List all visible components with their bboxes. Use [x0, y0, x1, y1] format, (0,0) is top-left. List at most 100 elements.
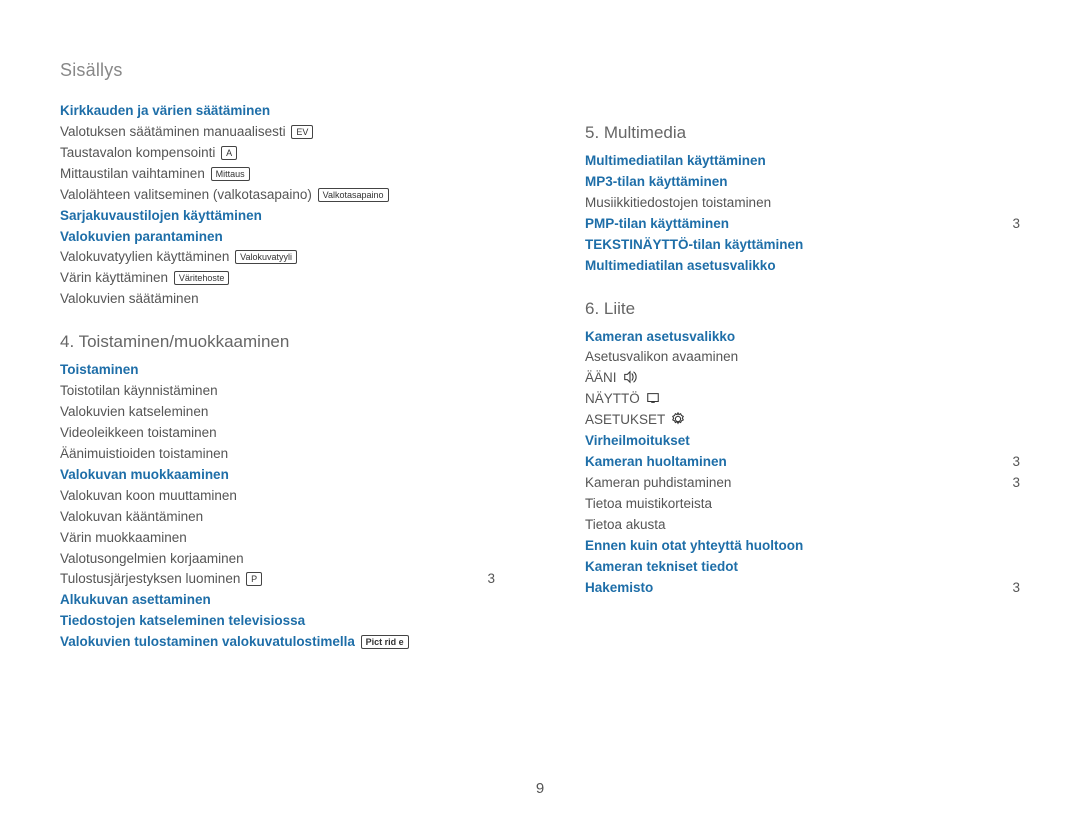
toc-entry[interactable]: Tiedostojen katseleminen televisiossa	[60, 611, 495, 632]
toc-entry[interactable]: Äänimuistioiden toistaminen	[60, 444, 495, 465]
toc-entry[interactable]: MP3-tilan käyttäminen	[585, 172, 1020, 193]
toc-entry-label: Kameran huoltaminen	[585, 452, 1002, 473]
toc-entry[interactable]: Musiikkitiedostojen toistaminen	[585, 193, 1020, 214]
toc-entry-text: ASETUKSET	[585, 412, 665, 427]
toc-entry[interactable]: Sarjakuvaustilojen käyttäminen	[60, 206, 495, 227]
toc-entry-label: Toistaminen	[60, 360, 495, 381]
toc-entry-label: Valotuksen säätäminen manuaalisesti EV	[60, 122, 495, 143]
toc-entry[interactable]: Multimediatilan asetusvalikko	[585, 256, 1020, 277]
toc-entry[interactable]: Tulostusjärjestyksen luominen P3	[60, 569, 495, 590]
toc-right-column: 5. Multimedia Multimediatilan käyttäminen…	[585, 101, 1020, 653]
toc-entry[interactable]: Multimediatilan käyttäminen	[585, 151, 1020, 172]
toc-entry[interactable]: Videoleikkeen toistaminen	[60, 423, 495, 444]
toc-entry-text: Tietoa muistikorteista	[585, 496, 712, 511]
toc-entry-label: Toistotilan käynnistäminen	[60, 381, 495, 402]
toc-entry-page: 3	[1012, 214, 1020, 235]
toc-entry-text: Valotusongelmien korjaaminen	[60, 551, 244, 566]
toc-entry[interactable]: Kirkkauden ja värien säätäminen	[60, 101, 495, 122]
toc-entry-text: ÄÄNI	[585, 370, 617, 385]
toc-entry-label: Hakemisto	[585, 578, 1002, 599]
toc-entry[interactable]: Tietoa muistikorteista	[585, 494, 1020, 515]
toc-entry-badge: EV	[291, 125, 313, 139]
toc-entry[interactable]: Virheilmoitukset	[585, 431, 1020, 452]
toc-entry-label: Valolähteen valitseminen (valkotasapaino…	[60, 185, 495, 206]
toc-entry[interactable]: Valotusongelmien korjaaminen	[60, 549, 495, 570]
toc-entry[interactable]: Valokuvan kääntäminen	[60, 507, 495, 528]
toc-entry-text: Kameran tekniset tiedot	[585, 559, 738, 574]
toc-entry[interactable]: Kameran huoltaminen3	[585, 452, 1020, 473]
toc-entry-badge: Mittaus	[211, 167, 250, 181]
toc-entry-text: Kameran huoltaminen	[585, 454, 727, 469]
toc-entry-text: Värin käyttäminen	[60, 270, 168, 285]
toc-entry[interactable]: Valokuvatyylien käyttäminen Valokuvatyyl…	[60, 247, 495, 268]
toc-entry-label: TEKSTINÄYTTÖ-tilan käyttäminen	[585, 235, 1020, 256]
toc-entry[interactable]: Tietoa akusta	[585, 515, 1020, 536]
toc-entry-label: Värin muokkaaminen	[60, 528, 495, 549]
toc-entry-label: Tietoa akusta	[585, 515, 1020, 536]
toc-entry-badge: Valkotasapaino	[318, 188, 389, 202]
toc-entry-label: Kameran asetusvalikko	[585, 327, 1020, 348]
toc-entry-text: Alkukuvan asettaminen	[60, 592, 211, 607]
toc-entry-text: Musiikkitiedostojen toistaminen	[585, 195, 771, 210]
toc-entry[interactable]: TEKSTINÄYTTÖ-tilan käyttäminen	[585, 235, 1020, 256]
toc-entry[interactable]: Kameran asetusvalikko	[585, 327, 1020, 348]
toc-entry[interactable]: Valokuvan koon muuttaminen	[60, 486, 495, 507]
toc-entry-text: Kameran asetusvalikko	[585, 329, 735, 344]
toc-entry-label: Kameran tekniset tiedot	[585, 557, 1020, 578]
toc-entry[interactable]: Valolähteen valitseminen (valkotasapaino…	[60, 185, 495, 206]
toc-entry-text: Toistaminen	[60, 362, 139, 377]
toc-entry-label: Taustavalon kompensointi A	[60, 143, 495, 164]
toc-entry[interactable]: Ennen kuin otat yhteyttä huoltoon	[585, 536, 1020, 557]
toc-entry-page: 3	[1012, 578, 1020, 599]
toc-entry[interactable]: Alkukuvan asettaminen	[60, 590, 495, 611]
toc-entry[interactable]: Kameran tekniset tiedot	[585, 557, 1020, 578]
toc-entry[interactable]: Kameran puhdistaminen3	[585, 473, 1020, 494]
toc-entry[interactable]: NÄYTTÖ	[585, 389, 1020, 410]
toc-entry[interactable]: Taustavalon kompensointi A	[60, 143, 495, 164]
toc-entry-label: Ennen kuin otat yhteyttä huoltoon	[585, 536, 1020, 557]
display-icon	[644, 391, 662, 405]
sound-icon	[621, 370, 639, 384]
page-header: Sisällys	[60, 60, 1020, 81]
toc-entry-label: NÄYTTÖ	[585, 389, 1020, 410]
toc-entry-text: Tiedostojen katseleminen televisiossa	[60, 613, 305, 628]
toc-entry-badge: A	[221, 146, 237, 160]
toc-entry[interactable]: Valokuvien tulostaminen valokuvatulostim…	[60, 632, 495, 653]
toc-entry-label: Multimediatilan käyttäminen	[585, 151, 1020, 172]
toc-entry-text: Ennen kuin otat yhteyttä huoltoon	[585, 538, 803, 553]
toc-entry-label: ASETUKSET	[585, 410, 1020, 431]
toc-entry-label: Multimediatilan asetusvalikko	[585, 256, 1020, 277]
toc-entry-text: Värin muokkaaminen	[60, 530, 187, 545]
toc-entry[interactable]: Asetusvalikon avaaminen	[585, 347, 1020, 368]
toc-entry[interactable]: Toistotilan käynnistäminen	[60, 381, 495, 402]
toc-entry-label: Mittaustilan vaihtaminen Mittaus	[60, 164, 495, 185]
toc-entry-label: Kameran puhdistaminen	[585, 473, 1002, 494]
toc-entry-text: Multimediatilan asetusvalikko	[585, 258, 776, 273]
toc-entry[interactable]: Valokuvien katseleminen	[60, 402, 495, 423]
toc-entry[interactable]: Valokuvien parantaminen	[60, 227, 495, 248]
toc-entry-label: MP3-tilan käyttäminen	[585, 172, 1020, 193]
toc-entry-label: Valokuvien parantaminen	[60, 227, 495, 248]
toc-entry[interactable]: Toistaminen	[60, 360, 495, 381]
toc-entry[interactable]: Valokuvan muokkaaminen	[60, 465, 495, 486]
toc-entry-text: Valokuvan kääntäminen	[60, 509, 203, 524]
toc-entry[interactable]: Hakemisto 3	[585, 578, 1020, 599]
toc-entry-label: Virheilmoitukset	[585, 431, 1020, 452]
toc-entry[interactable]: Valokuvien säätäminen	[60, 289, 495, 310]
gear-icon	[669, 412, 687, 426]
toc-entry-text: Taustavalon kompensointi	[60, 145, 215, 160]
toc-entry-text: MP3-tilan käyttäminen	[585, 174, 728, 189]
toc-entry[interactable]: ÄÄNI	[585, 368, 1020, 389]
toc-entry[interactable]: Valotuksen säätäminen manuaalisesti EV	[60, 122, 495, 143]
toc-entry[interactable]: Värin muokkaaminen	[60, 528, 495, 549]
toc-entry-text: Kirkkauden ja värien säätäminen	[60, 103, 270, 118]
toc-entry-label: Äänimuistioiden toistaminen	[60, 444, 495, 465]
toc-entry[interactable]: Värin käyttäminen Väritehoste	[60, 268, 495, 289]
toc-entry[interactable]: Mittaustilan vaihtaminen Mittaus	[60, 164, 495, 185]
toc-entry[interactable]: ASETUKSET	[585, 410, 1020, 431]
toc-section-heading: 5. Multimedia	[585, 123, 1020, 143]
toc-entry-label: Musiikkitiedostojen toistaminen	[585, 193, 1020, 214]
toc-entry-label: Valokuvien tulostaminen valokuvatulostim…	[60, 632, 495, 653]
toc-entry-label: Kirkkauden ja värien säätäminen	[60, 101, 495, 122]
toc-entry[interactable]: PMP-tilan käyttäminen3	[585, 214, 1020, 235]
